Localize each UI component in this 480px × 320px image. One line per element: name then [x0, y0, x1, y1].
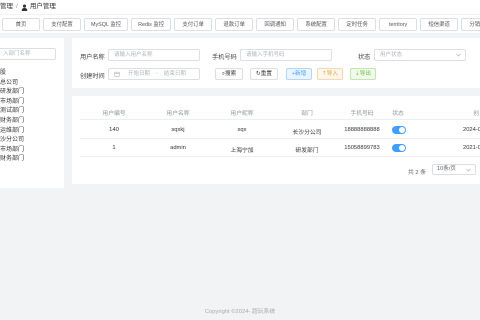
footer-copyright: Copyright ©2024- 超玩系统	[204, 309, 276, 315]
search-button-label: 搜索	[224, 71, 237, 77]
calendar-icon	[114, 71, 120, 77]
mobile-input[interactable]: 请输入手机号码	[240, 49, 332, 61]
breadcrumb-separator: /	[16, 3, 18, 10]
tree-node[interactable]: 股	[0, 69, 24, 79]
toggle-knob	[399, 127, 405, 133]
tab-mysql-monitor[interactable]: MySQL 监控	[84, 17, 129, 31]
user-table-panel: 用户编号 用户名称 用户昵称 部门 手机号码 状态 创 140 sqxkj sq…	[72, 96, 480, 184]
cell-user-id: 1	[112, 145, 116, 151]
tree-node[interactable]: 沙分公司	[0, 136, 24, 146]
cell-user-id: 140	[109, 127, 119, 133]
tab-callback-notify[interactable]: 回调通知	[256, 17, 295, 31]
status-select-placeholder: 用户状态	[380, 52, 403, 58]
username-label: 用户名称	[80, 54, 105, 61]
column-header: 用户名称	[166, 111, 190, 117]
reset-button-label: 重置	[260, 71, 272, 77]
cell-created: 2021-0	[462, 145, 480, 151]
column-header: 用户编号	[102, 111, 126, 117]
tab-scheduled-jobs[interactable]: 定时任务	[338, 17, 377, 31]
cell-mobile: 15058899783	[344, 145, 380, 151]
cell-nickname: 上海宁加	[230, 148, 254, 154]
username-input[interactable]: 请输入用户名称	[108, 49, 200, 61]
tree-node[interactable]: 市场部门	[0, 98, 24, 108]
page-size-select[interactable]: 10条/页	[432, 164, 476, 175]
add-user-button[interactable]: +新增	[286, 68, 312, 80]
status-toggle[interactable]	[392, 126, 406, 134]
cell-username: admin	[170, 145, 186, 151]
breadcrumb: 管理 / 用户管理	[0, 0, 480, 14]
created-date-range[interactable]: 开始日期 - 结束日期	[108, 68, 200, 80]
start-date-input[interactable]: 开始日期	[128, 69, 150, 79]
toggle-knob	[399, 145, 405, 151]
tree-node[interactable]: 运维部门	[0, 127, 24, 137]
column-header: 手机号码	[350, 111, 374, 117]
row-divider	[80, 156, 480, 157]
cell-mobile: 18888888888	[344, 127, 380, 133]
export-button-label: 导出	[359, 71, 371, 77]
user-icon	[21, 4, 28, 11]
pagination-total: 共 2 条	[408, 170, 427, 176]
tree-node[interactable]: 研发部门	[0, 88, 24, 98]
tree-node[interactable]: 总公司	[0, 79, 24, 89]
dept-tree-panel: 入部门名称 股 总公司 研发部门 市场部门 测试部门 财务部门 运维部门 沙分公…	[0, 38, 64, 188]
tab-pay-orders[interactable]: 支付订单	[174, 17, 213, 31]
cell-dept: 长沙分公司	[292, 130, 322, 136]
import-button-label: 导入	[326, 71, 338, 77]
tags-view-bar: 首页 支付配置 MySQL 监控 Redis 监控 支付订单 退款订单 回调通知…	[0, 15, 480, 33]
status-toggle[interactable]	[392, 144, 406, 152]
chevron-down-icon	[456, 53, 461, 57]
page-size-value: 10条/页	[437, 166, 456, 172]
chevron-down-icon	[466, 168, 471, 172]
end-date-input[interactable]: 结束日期	[164, 69, 186, 79]
dept-tree: 股 总公司 研发部门 市场部门 测试部门 财务部门 运维部门 沙分公司 市场部门…	[0, 69, 24, 165]
tab-territory[interactable]: territory	[379, 17, 418, 31]
status-label: 状态	[358, 54, 371, 61]
breadcrumb-parent[interactable]: 管理	[0, 0, 13, 14]
cell-dept: 研发部门	[295, 148, 319, 154]
mobile-label: 手机号码	[212, 54, 237, 61]
cell-username: sqxkj	[171, 127, 185, 133]
breadcrumb-current: 用户管理	[29, 3, 56, 10]
tab-system-config[interactable]: 系统配置	[297, 17, 336, 31]
header-divider	[80, 119, 480, 120]
created-time-label: 创建时间	[80, 73, 105, 80]
tree-node[interactable]: 测试部门	[0, 107, 24, 117]
search-button[interactable]: ⌕搜索	[215, 68, 243, 80]
import-button[interactable]: ⇡导入	[317, 68, 343, 80]
row-divider	[80, 138, 480, 139]
tree-node[interactable]: 财务部门	[0, 117, 24, 127]
tab-pay-config[interactable]: 支付配置	[43, 17, 81, 31]
column-header: 状态	[392, 111, 404, 117]
tab-home[interactable]: 首页	[2, 17, 40, 31]
dept-search-input[interactable]: 入部门名称	[0, 48, 56, 60]
cell-created: 2024-0	[462, 127, 480, 133]
cell-nickname: sqx	[237, 127, 247, 133]
export-button[interactable]: ⇣导出	[350, 68, 376, 80]
column-header: 部门	[301, 111, 313, 117]
column-header: 用户昵称	[230, 111, 254, 117]
reset-button[interactable]: ↻重置	[250, 68, 278, 80]
tree-node[interactable]: 财务部门	[0, 155, 24, 165]
column-header: 创	[473, 111, 479, 117]
tree-node[interactable]: 市场部门	[0, 146, 24, 156]
tab-redis-monitor[interactable]: Redis 监控	[131, 17, 172, 31]
tab-refund-orders[interactable]: 退款订单	[215, 17, 254, 31]
status-select[interactable]: 用户状态	[374, 49, 466, 61]
tab-sms-channel[interactable]: 短信渠道	[420, 17, 459, 31]
date-range-separator: -	[156, 71, 158, 77]
search-form: 用户名称 请输入用户名称 手机号码 请输入手机号码 状态 用户状态 创建时间 开…	[72, 38, 480, 88]
tab-distribution-users[interactable]: 分销用户	[461, 17, 480, 31]
